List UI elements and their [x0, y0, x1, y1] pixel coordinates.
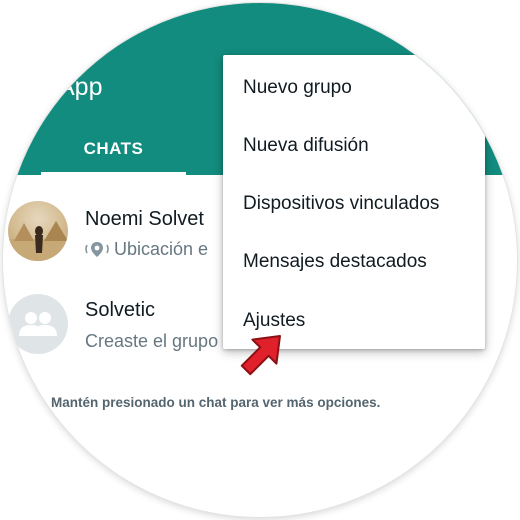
chat-preview: Ubicación e: [85, 239, 208, 260]
avatar[interactable]: [8, 294, 68, 354]
avatar-photo-icon: [8, 221, 68, 261]
menu-item-nuevo-grupo[interactable]: Nuevo grupo: [223, 59, 485, 117]
chat-preview-text: Ubicación e: [114, 239, 209, 259]
screenshot-stage: App CHATS Noemi Solvet Ubicación e Solve…: [0, 0, 520, 520]
red-arrow-icon: [240, 335, 281, 376]
location-pin-icon: [85, 242, 109, 257]
menu-item-mensajes-destacados[interactable]: Mensajes destacados: [223, 233, 485, 291]
chat-preview: Creaste el grupo: [85, 331, 219, 351]
chat-name: Noemi Solvet: [85, 208, 204, 230]
menu-item-nueva-difusion[interactable]: Nueva difusión: [223, 117, 485, 175]
group-icon: [19, 312, 57, 336]
menu-item-dispositivos-vinculados[interactable]: Dispositivos vinculados: [223, 175, 485, 233]
long-press-hint: Mantén presionado un chat para ver más o…: [51, 395, 381, 410]
chat-name: Solvetic: [85, 299, 156, 321]
tab-active-indicator: [41, 172, 186, 175]
avatar[interactable]: [8, 201, 68, 261]
zoom-circle: App CHATS Noemi Solvet Ubicación e Solve…: [3, 3, 517, 517]
overflow-menu: Nuevo grupo Nueva difusión Dispositivos …: [223, 55, 485, 349]
tab-chats[interactable]: CHATS: [41, 129, 186, 175]
app-title: App: [58, 73, 103, 101]
tab-chats-label: CHATS: [83, 139, 144, 158]
